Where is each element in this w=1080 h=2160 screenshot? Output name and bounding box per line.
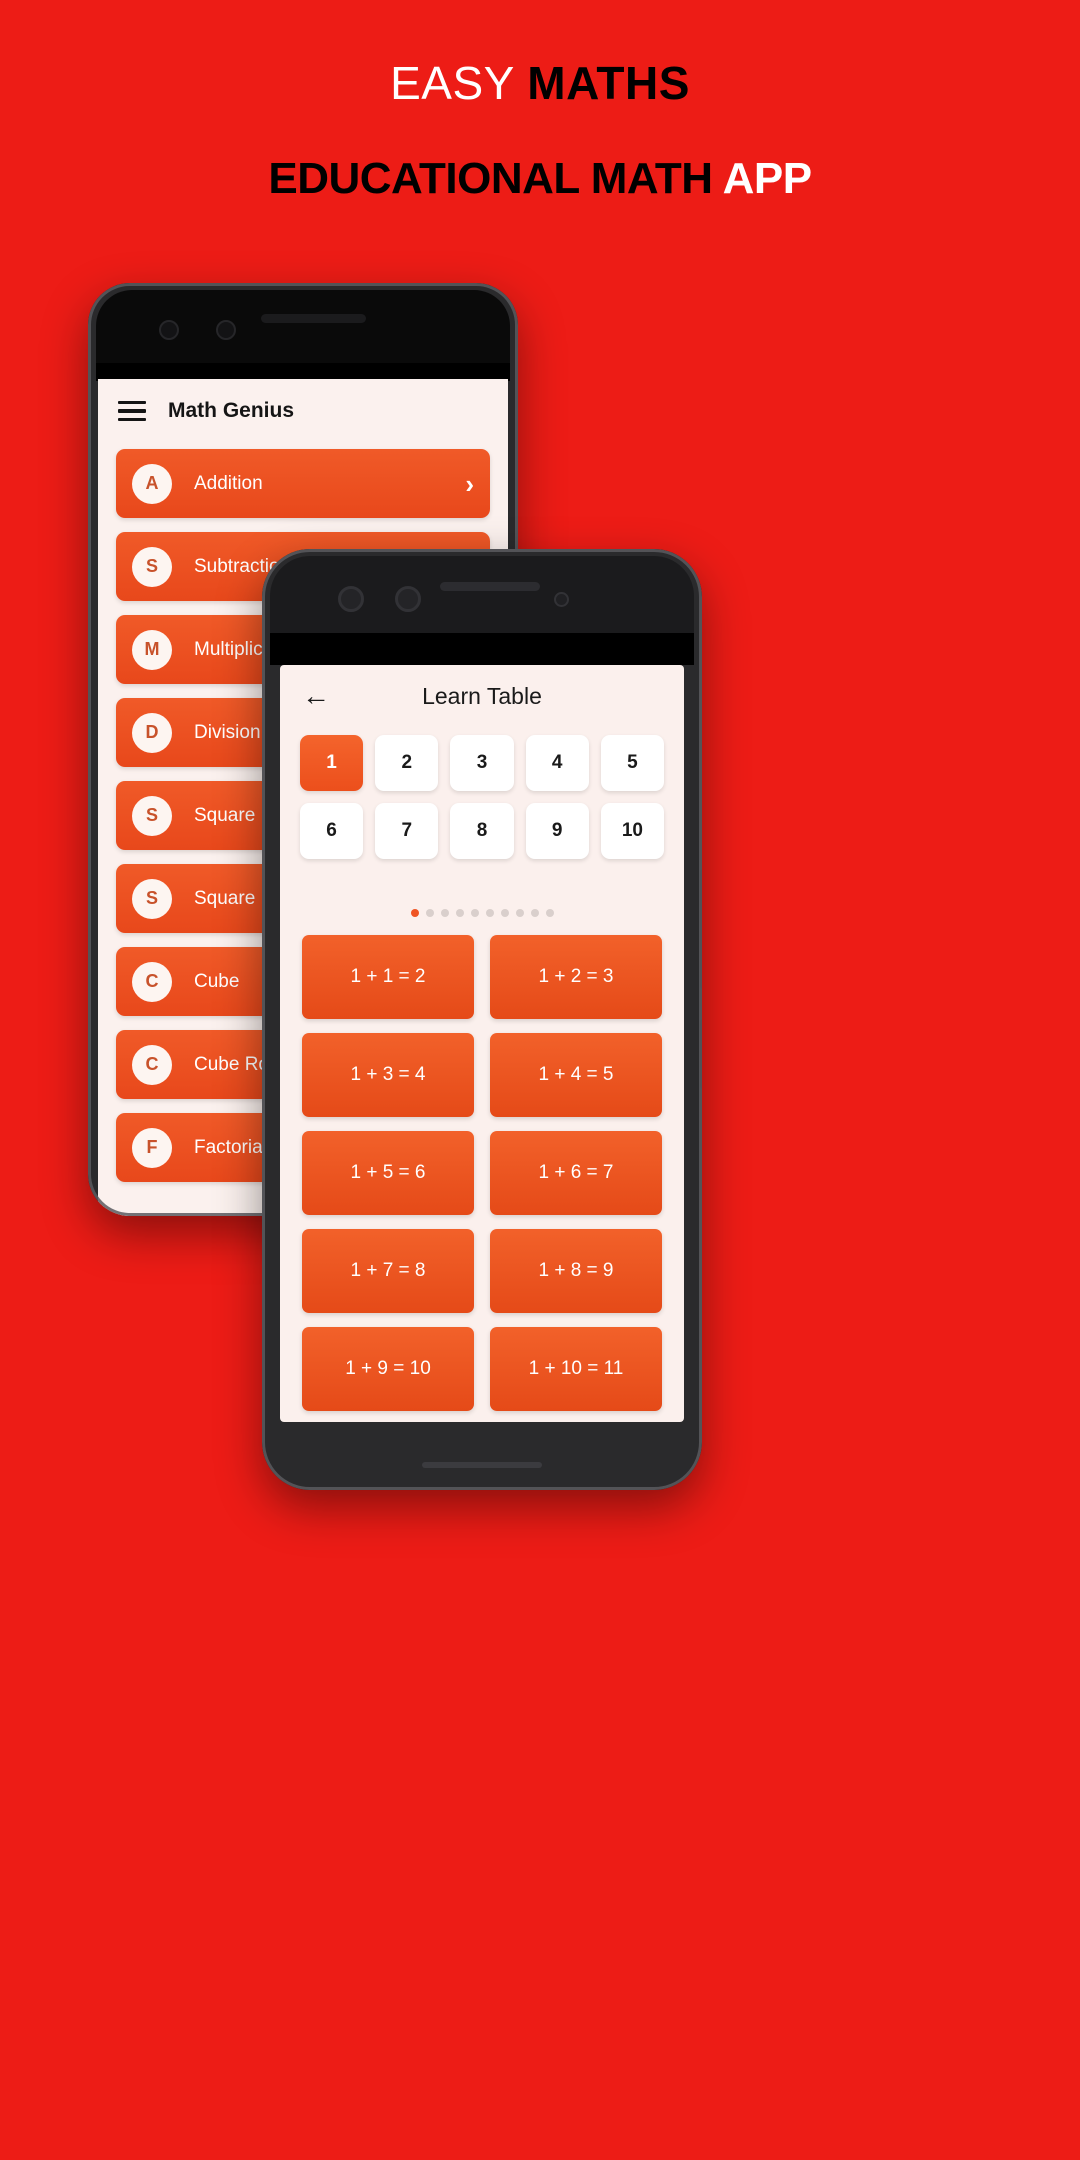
- proximity-sensor-icon: [554, 592, 569, 607]
- pagination-dot[interactable]: [440, 909, 449, 917]
- earpiece-speaker: [440, 582, 540, 591]
- back-phone-title: Math Genius: [168, 399, 295, 422]
- fact-card[interactable]: 1 + 9 = 10: [302, 1327, 474, 1411]
- pagination-dot[interactable]: [545, 909, 554, 917]
- volume-button[interactable]: [700, 1019, 702, 1089]
- multiplication-fact-grid: 1 + 1 = 2 1 + 2 = 3 1 + 3 = 4 1 + 4 = 5 …: [280, 935, 684, 1411]
- number-button-1[interactable]: 1: [300, 735, 364, 791]
- number-button-7[interactable]: 7: [375, 803, 439, 859]
- avatar: A: [132, 463, 172, 504]
- subtitle-educational-math: EDUCATIONAL MATH: [268, 154, 723, 203]
- fact-card[interactable]: 1 + 10 = 11: [490, 1327, 662, 1411]
- fact-card[interactable]: 1 + 4 = 5: [490, 1033, 662, 1117]
- pagination-dot[interactable]: [425, 909, 434, 917]
- avatar: S: [132, 795, 172, 836]
- hamburger-icon[interactable]: [118, 400, 146, 422]
- number-button-2[interactable]: 2: [375, 735, 439, 791]
- chevron-right-icon: ›: [465, 468, 474, 499]
- avatar: F: [132, 1127, 172, 1168]
- pagination-dots: [280, 909, 684, 917]
- number-button-8[interactable]: 8: [450, 803, 514, 859]
- fact-card[interactable]: 1 + 7 = 8: [302, 1229, 474, 1313]
- page-title: EASY MATHS: [0, 58, 1080, 109]
- power-button[interactable]: [700, 869, 702, 989]
- number-button-6[interactable]: 6: [300, 803, 364, 859]
- number-button-3[interactable]: 3: [450, 735, 514, 791]
- pagination-dot[interactable]: [530, 909, 539, 917]
- back-arrow-icon[interactable]: ←: [302, 682, 330, 710]
- pagination-dot[interactable]: [410, 909, 419, 917]
- pagination-dot[interactable]: [500, 909, 509, 917]
- navigation-gesture-bar: [422, 1462, 542, 1468]
- fact-card[interactable]: 1 + 5 = 6: [302, 1131, 474, 1215]
- back-phone-top-bezel: [96, 290, 510, 368]
- list-item-label: Division: [194, 721, 261, 743]
- pagination-dot[interactable]: [485, 909, 494, 917]
- avatar: C: [132, 1044, 172, 1085]
- number-button-4[interactable]: 4: [525, 735, 589, 791]
- front-camera-icon: [159, 320, 179, 340]
- pagination-dot[interactable]: [470, 909, 479, 917]
- table-number-selector: 1 2 3 4 5 6 7 8 9 10: [280, 727, 684, 859]
- title-easy: EASY: [390, 57, 528, 109]
- list-item-label: Square: [194, 804, 256, 826]
- fact-card[interactable]: 1 + 6 = 7: [490, 1131, 662, 1215]
- sensor-icon: [216, 320, 236, 340]
- subtitle-app: APP: [722, 154, 812, 203]
- avatar: S: [132, 546, 172, 587]
- list-item-label: Addition: [194, 472, 263, 494]
- list-item-label: Factorial: [194, 1136, 267, 1158]
- fact-card[interactable]: 1 + 3 = 4: [302, 1033, 474, 1117]
- fact-card[interactable]: 1 + 2 = 3: [490, 935, 662, 1019]
- avatar: D: [132, 712, 172, 753]
- fact-card[interactable]: 1 + 1 = 2: [302, 935, 474, 1019]
- pagination-dot[interactable]: [455, 909, 464, 917]
- front-phone-app-bar: ← Learn Table: [280, 665, 684, 727]
- front-phone-top-bezel: [270, 556, 694, 638]
- front-phone-mockup: ← Learn Table 1 2 3 4 5 6 7 8 9 10 1 + 1…: [262, 549, 702, 1490]
- avatar: S: [132, 878, 172, 919]
- back-phone-app-bar: Math Genius: [98, 379, 508, 443]
- number-button-9[interactable]: 9: [525, 803, 589, 859]
- list-item[interactable]: A Addition ›: [116, 449, 490, 518]
- list-item-label: Cube: [194, 970, 240, 992]
- avatar: M: [132, 629, 172, 670]
- avatar: C: [132, 961, 172, 1002]
- number-button-5[interactable]: 5: [600, 735, 664, 791]
- front-phone-title: Learn Table: [422, 682, 542, 709]
- front-phone-screen: ← Learn Table 1 2 3 4 5 6 7 8 9 10 1 + 1…: [280, 665, 684, 1422]
- title-maths: MATHS: [527, 57, 690, 109]
- number-button-10[interactable]: 10: [600, 803, 664, 859]
- page-subtitle: EDUCATIONAL MATH APP: [0, 154, 1080, 203]
- earpiece-speaker: [261, 314, 366, 323]
- front-camera-icon: [338, 586, 364, 612]
- pagination-dot[interactable]: [515, 909, 524, 917]
- fact-card[interactable]: 1 + 8 = 9: [490, 1229, 662, 1313]
- front-phone-status-bar: [270, 633, 694, 665]
- sensor-icon: [395, 586, 421, 612]
